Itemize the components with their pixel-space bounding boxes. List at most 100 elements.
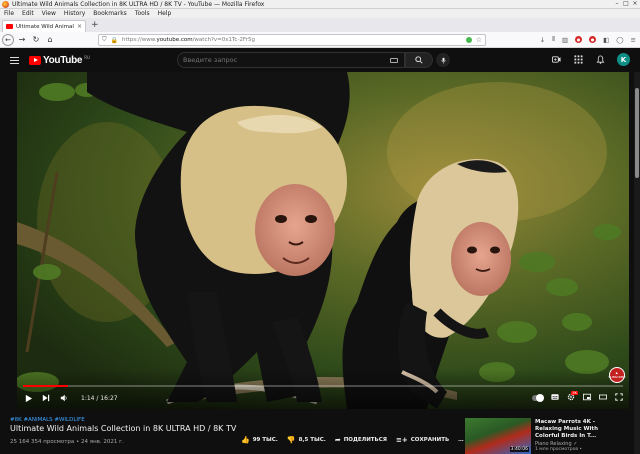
recommended-views: 1 млн просмотров •: [535, 447, 583, 452]
save-button[interactable]: ≡+ СОХРАНИТЬ: [396, 436, 449, 444]
search-box: [177, 52, 405, 68]
home-button[interactable]: ⌂: [44, 34, 56, 46]
library-icon[interactable]: ⫴: [552, 35, 555, 44]
play-icon: [25, 394, 32, 402]
more-actions-button[interactable]: …: [458, 437, 464, 443]
menu-help[interactable]: Help: [158, 10, 172, 17]
play-button[interactable]: [21, 391, 35, 405]
video-title: Ultimate Wild Animals Collection in 8K U…: [10, 424, 237, 433]
reload-button[interactable]: ↻: [30, 34, 42, 46]
search-button[interactable]: [405, 52, 433, 68]
header-actions: K: [551, 53, 630, 66]
window-title: Ultimate Wild Animals Collection in 8K U…: [12, 0, 265, 8]
extension-red-icon[interactable]: ●: [575, 36, 583, 43]
navigation-toolbar: ← → ↻ ⌂ ⛉ 🔒 https://www.youtube.com/watc…: [0, 32, 640, 48]
like-button[interactable]: 👍 99 ТЫС.: [241, 436, 278, 444]
keyboard-icon[interactable]: [390, 58, 398, 63]
save-playlist-icon: ≡+: [396, 436, 408, 444]
dislike-count: 8,5 ТЫС.: [298, 437, 326, 443]
guide-menu-icon[interactable]: [10, 56, 19, 64]
microphone-icon: [440, 57, 446, 64]
window-titlebar: Ultimate Wild Animals Collection in 8K U…: [0, 0, 640, 9]
menu-edit[interactable]: Edit: [22, 10, 34, 17]
extension-status-icon[interactable]: [465, 37, 472, 43]
like-count: 99 ТЫС.: [252, 437, 278, 443]
youtube-logo[interactable]: YouTube RU: [29, 55, 90, 66]
back-button[interactable]: ←: [2, 33, 14, 46]
url-prefix: https://www.: [122, 37, 157, 43]
toolbar-extensions: ↓ ⫴ ▥ ● ● ◧ ◯ ≡: [540, 35, 636, 44]
share-button[interactable]: ➦ ПОДЕЛИТЬСЯ: [335, 436, 387, 444]
new-tab-button[interactable]: +: [91, 19, 99, 31]
menu-file[interactable]: File: [4, 10, 14, 17]
search-input[interactable]: [183, 56, 383, 64]
player-controls: 1:14 / 16:27 8K: [17, 391, 629, 405]
extension-red-icon-2[interactable]: ●: [589, 36, 597, 43]
share-label: ПОДЕЛИТЬСЯ: [343, 437, 388, 443]
page-scrollbar[interactable]: [634, 72, 640, 454]
maximize-icon[interactable]: □: [623, 1, 629, 7]
dislike-button[interactable]: 👎 8,5 ТЫС.: [287, 436, 326, 444]
menu-hamburger-icon[interactable]: ≡: [631, 36, 636, 44]
recommended-duration: 3:40:06: [509, 447, 529, 452]
autoplay-toggle[interactable]: [532, 394, 544, 402]
close-icon[interactable]: ×: [632, 1, 638, 7]
tab-youtube[interactable]: Ultimate Wild Animals Colle ×: [2, 20, 86, 32]
bookmark-star-icon[interactable]: ☆: [476, 36, 482, 44]
progress-played: [23, 385, 68, 387]
menu-history[interactable]: History: [64, 10, 85, 17]
lock-icon[interactable]: 🔒: [111, 37, 118, 44]
theater-icon: [599, 394, 607, 400]
shield-icon[interactable]: ⛉: [102, 36, 107, 44]
menu-bar: File Edit View History Bookmarks Tools H…: [0, 9, 640, 18]
avatar[interactable]: K: [617, 53, 630, 66]
minimize-icon[interactable]: –: [614, 1, 620, 7]
video-frame-monkeys: [17, 72, 629, 409]
menu-tools[interactable]: Tools: [135, 10, 150, 17]
player-controls-right: 8K: [532, 391, 623, 405]
share-icon: ➦: [334, 436, 341, 444]
recommended-info[interactable]: Macaw Parrots 4K - Relaxing Music With C…: [535, 419, 619, 452]
menu-bookmarks[interactable]: Bookmarks: [93, 10, 127, 17]
tab-close-icon[interactable]: ×: [77, 23, 82, 30]
subtitles-button[interactable]: [551, 393, 559, 403]
thumbs-up-icon: 👍: [241, 436, 250, 444]
youtube-header: YouTube RU K: [0, 48, 640, 72]
apps-grid-icon[interactable]: [573, 55, 583, 65]
watermark-label: SUBSCRIBE: [608, 375, 626, 379]
recommended-title[interactable]: Macaw Parrots 4K - Relaxing Music With C…: [535, 419, 619, 440]
create-video-icon[interactable]: [551, 55, 561, 65]
progress-bar[interactable]: [23, 385, 623, 387]
next-button[interactable]: [39, 391, 53, 405]
notifications-bell-icon[interactable]: [595, 55, 605, 65]
url-bar[interactable]: ⛉ 🔒 https://www.youtube.com/watch?v=0x1T…: [98, 34, 486, 46]
skip-next-icon: [42, 394, 50, 402]
video-hashtags[interactable]: #8K #ANIMALS #WILDLIFE: [10, 417, 85, 423]
firefox-icon: [2, 0, 9, 8]
youtube-play-icon: [29, 55, 41, 65]
sidebar-icon[interactable]: ▥: [562, 36, 568, 44]
subtitles-icon: [551, 394, 559, 400]
youtube-wordmark: YouTube: [43, 54, 83, 66]
voice-search-button[interactable]: [436, 53, 450, 67]
save-label: СОХРАНИТЬ: [410, 437, 450, 443]
volume-button[interactable]: [57, 391, 71, 405]
video-player[interactable]: 1:14 / 16:27 8K ▶ SUBSCRIBE: [17, 72, 629, 409]
forward-button[interactable]: →: [16, 34, 28, 46]
recommended-thumbnail[interactable]: 3:40:06: [465, 418, 531, 454]
video-actions: 👍 99 ТЫС. 👎 8,5 ТЫС. ➦ ПОДЕЛИТЬСЯ ≡+ СОХ…: [241, 436, 464, 444]
menu-view[interactable]: View: [42, 10, 56, 17]
url-path: /watch?v=0x1Tc-2Fr5g: [192, 37, 255, 43]
download-icon[interactable]: ↓: [540, 36, 545, 44]
theater-mode-button[interactable]: [599, 393, 607, 403]
scrollbar-thumb[interactable]: [635, 88, 639, 178]
url-host: youtube.com: [156, 37, 193, 43]
url-text[interactable]: https://www.youtube.com/watch?v=0x1Tc-2F…: [122, 37, 462, 43]
settings-button[interactable]: 8K: [567, 391, 578, 403]
extension-icon[interactable]: ◧: [603, 36, 609, 44]
account-icon[interactable]: ◯: [616, 36, 623, 44]
search-icon: [415, 56, 423, 64]
channel-watermark[interactable]: ▶ SUBSCRIBE: [608, 367, 626, 383]
fullscreen-button[interactable]: [615, 393, 623, 403]
miniplayer-button[interactable]: [583, 393, 591, 403]
